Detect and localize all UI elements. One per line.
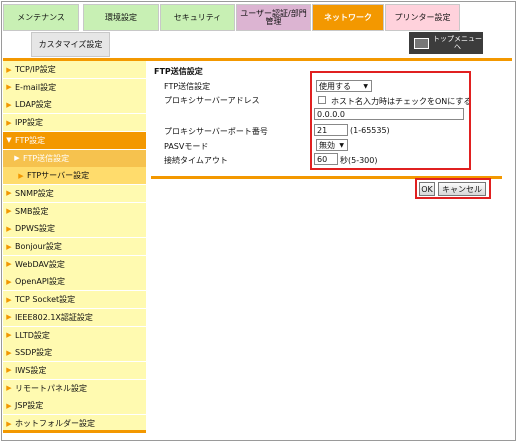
sidebar-item-email[interactable]: ▶ E-mail設定 <box>3 78 146 97</box>
sidebar-item-label: TCP/IP設定 <box>15 65 56 74</box>
sidebar-item-jsp[interactable]: ▶ JSP設定 <box>3 397 146 416</box>
sidebar-item-label: Bonjour設定 <box>15 242 62 251</box>
top-menu-button[interactable]: トップメニューへ <box>409 32 483 54</box>
chevron-right-icon: ▶ <box>6 207 12 216</box>
sidebar-item-ftp-send[interactable]: ▶ FTP送信設定 <box>3 149 146 168</box>
chevron-right-icon: ▶ <box>6 83 12 92</box>
chevron-right-icon: ▶ <box>6 100 12 109</box>
sidebar-item-label: JSP設定 <box>15 401 44 411</box>
tab-user-auth[interactable]: ユーザー認証/部門管理 <box>236 4 311 31</box>
sidebar-item-label: SMB設定 <box>15 206 49 216</box>
sidebar-item-label: FTP送信設定 <box>23 153 70 163</box>
chevron-right-icon: ▶ <box>6 224 12 233</box>
sidebar-item-label: LDAP設定 <box>15 100 52 110</box>
pasv-label: PASVモード <box>164 142 209 151</box>
chevron-right-icon: ▶ <box>6 401 12 410</box>
sidebar-item-ldap[interactable]: ▶ LDAP設定 <box>3 96 146 115</box>
sidebar-item-label: ホットフォルダー設定 <box>15 419 95 428</box>
sidebar-item-remote-panel[interactable]: ▶ リモートパネル設定 <box>3 379 146 398</box>
sidebar-item-dpws[interactable]: ▶ DPWS設定 <box>3 220 146 239</box>
sidebar-item-label: IPP設定 <box>15 118 44 128</box>
sidebar-item-label: TCP Socket設定 <box>15 295 76 305</box>
sidebar-item-label: FTP設定 <box>15 135 46 145</box>
tab-customize[interactable]: カスタマイズ設定 <box>31 32 110 57</box>
button-highlight-box <box>415 178 491 199</box>
sidebar-item-label: WebDAV設定 <box>15 259 65 269</box>
sidebar-item-smb[interactable]: ▶ SMB設定 <box>3 202 146 221</box>
top-menu-label: トップメニューへ <box>433 35 482 51</box>
proxy-address-label: プロキシサーバーアドレス <box>164 96 260 105</box>
sidebar-item-lltd[interactable]: ▶ LLTD設定 <box>3 326 146 345</box>
sidebar-item-ftp-server[interactable]: ▶ FTPサーバー設定 <box>3 167 146 186</box>
sidebar-item-tcp-socket[interactable]: ▶ TCP Socket設定 <box>3 291 146 310</box>
chevron-down-icon: ▼ <box>6 136 12 145</box>
tab-security[interactable]: セキュリティ <box>160 4 235 31</box>
sidebar-bottom-line <box>3 430 146 433</box>
ftp-send-label: FTP送信設定 <box>164 82 211 91</box>
sidebar-item-label: IWS設定 <box>15 365 47 375</box>
top-menu-icon <box>414 37 429 49</box>
sidebar-item-iws[interactable]: ▶ IWS設定 <box>3 361 146 380</box>
sidebar-item-label: E-mail設定 <box>15 82 57 92</box>
chevron-right-icon: ▶ <box>6 277 12 286</box>
sidebar-item-openapi[interactable]: ▶ OpenAPI設定 <box>3 273 146 292</box>
tab-printer[interactable]: プリンター設定 <box>385 4 460 31</box>
sidebar-item-label: FTPサーバー設定 <box>27 171 90 181</box>
chevron-right-icon: ▶ <box>6 366 12 375</box>
chevron-right-icon: ▶ <box>6 65 12 74</box>
chevron-right-icon: ▶ <box>6 419 12 428</box>
chevron-right-icon: ▶ <box>6 313 12 322</box>
tab-maintenance[interactable]: メンテナンス <box>3 4 79 31</box>
form-highlight-box <box>310 71 471 170</box>
sidebar-item-snmp[interactable]: ▶ SNMP設定 <box>3 184 146 203</box>
chevron-right-icon: ▶ <box>6 118 12 127</box>
sidebar-item-webdav[interactable]: ▶ WebDAV設定 <box>3 255 146 274</box>
page-title: FTP送信設定 <box>154 67 203 76</box>
sidebar-item-label: LLTD設定 <box>15 330 50 340</box>
sidebar-item-label: OpenAPI設定 <box>15 277 66 287</box>
sidebar-item-label: SSDP設定 <box>15 348 53 358</box>
tab-environment[interactable]: 環境設定 <box>83 4 159 31</box>
sidebar-item-label: IEEE802.1X認証設定 <box>15 312 93 322</box>
chevron-right-icon: ▶ <box>18 171 24 180</box>
sidebar-item-ipp[interactable]: ▶ IPP設定 <box>3 114 146 133</box>
sidebar-item-tcpip[interactable]: ▶ TCP/IP設定 <box>3 61 146 79</box>
chevron-right-icon: ▶ <box>6 331 12 339</box>
chevron-right-icon: ▶ <box>6 295 12 304</box>
sidebar-item-ftp[interactable]: ▼ FTP設定 <box>3 131 146 150</box>
sidebar-item-ieee8021x[interactable]: ▶ IEEE802.1X認証設定 <box>3 308 146 327</box>
chevron-right-icon: ▶ <box>14 154 20 162</box>
sidebar-item-label: DPWS設定 <box>15 224 55 234</box>
chevron-right-icon: ▶ <box>6 348 12 357</box>
sidebar-item-label: SNMP設定 <box>15 188 54 198</box>
timeout-label: 接続タイムアウト <box>164 156 228 165</box>
chevron-right-icon: ▶ <box>6 260 12 269</box>
proxy-port-label: プロキシサーバーポート番号 <box>164 127 268 136</box>
sidebar-item-ssdp[interactable]: ▶ SSDP設定 <box>3 344 146 363</box>
sidebar-item-label: リモートパネル設定 <box>15 383 87 393</box>
chevron-right-icon: ▶ <box>6 242 12 251</box>
tab-network[interactable]: ネットワーク <box>312 4 384 31</box>
chevron-right-icon: ▶ <box>6 189 12 198</box>
sidebar-item-bonjour[interactable]: ▶ Bonjour設定 <box>3 238 146 256</box>
chevron-right-icon: ▶ <box>6 384 12 393</box>
